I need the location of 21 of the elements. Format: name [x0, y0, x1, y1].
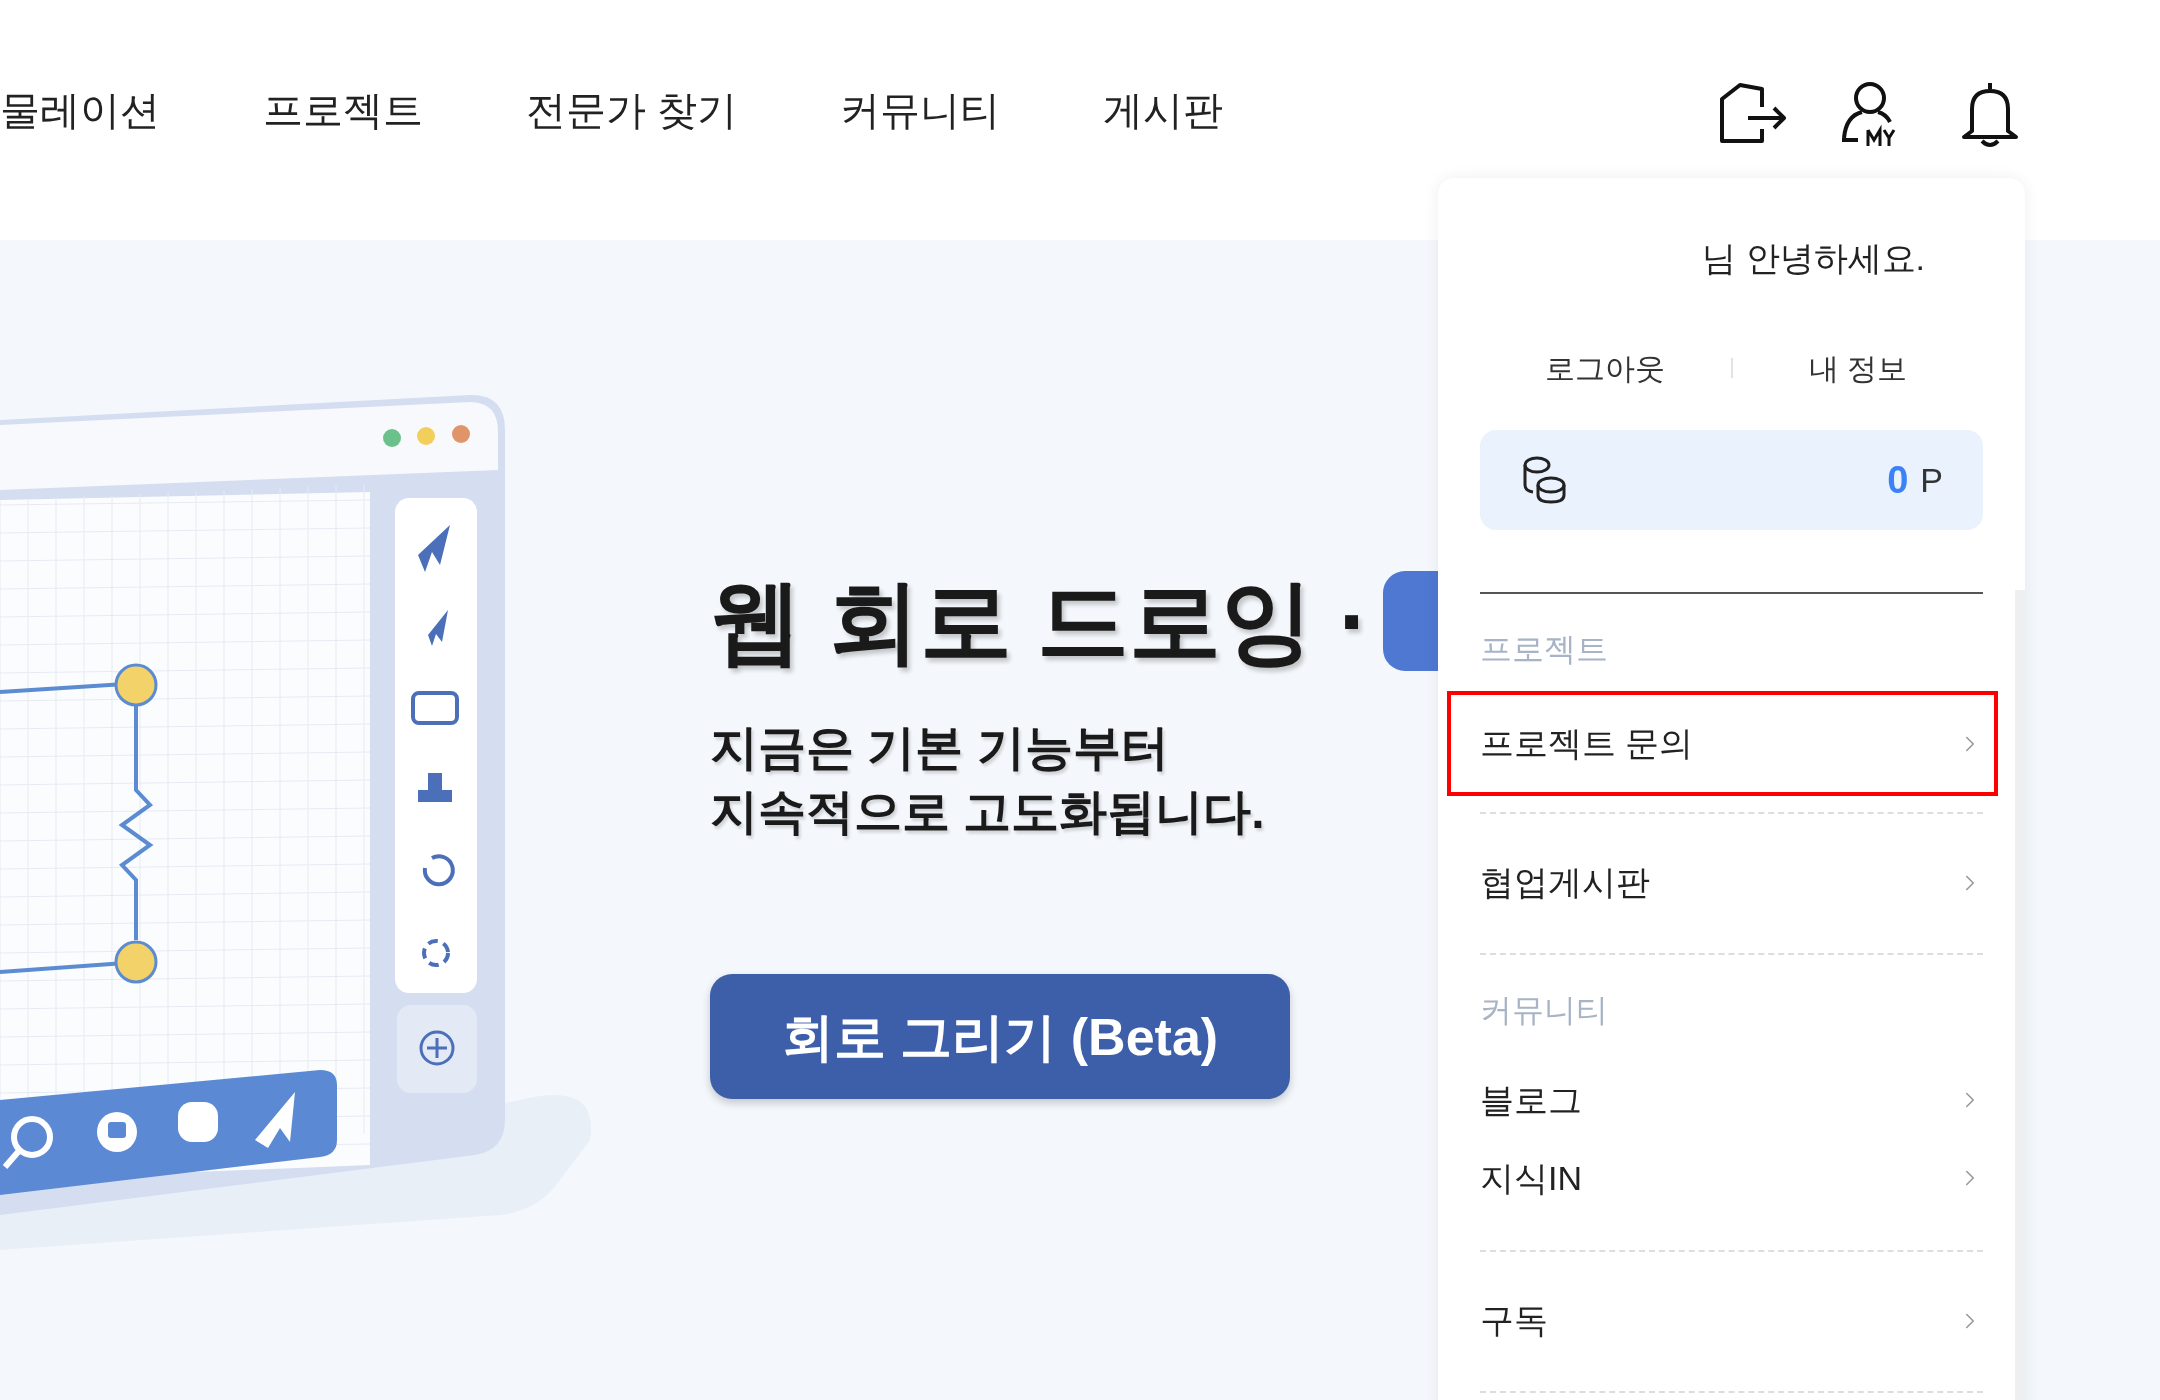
nav-link[interactable]: 전문가 찾기 [526, 84, 738, 136]
greeting-text: 님 안녕하세요. [1701, 238, 1926, 279]
hero-subtitle: 지금은 기본 기능부터 [710, 720, 1170, 776]
menu-item[interactable]: 협업게시판 [1447, 830, 1998, 935]
points-unit: P [1920, 459, 1943, 501]
account-link[interactable]: 로그아웃 [1480, 345, 1731, 391]
nav-link[interactable]: 프로젝트 [263, 84, 423, 136]
hero-subtitle: 지속적으로 고도화됩니다. [710, 784, 1266, 840]
menu-item[interactable]: 프로젝트 문의 [1447, 691, 1998, 796]
account-link[interactable]: 내 정보 [1732, 345, 1983, 391]
nav-link[interactable]: 게시판 [1103, 84, 1224, 136]
menu-item[interactable]: 블로그 [1447, 1061, 1998, 1139]
nav-link[interactable]: 물레이션 [0, 84, 160, 136]
hero-title: 웹 회로 드로잉 · [710, 569, 1370, 674]
menu-item[interactable]: 지식IN [1447, 1139, 1998, 1217]
nav-link[interactable]: 커뮤니티 [840, 84, 1001, 136]
menu-item[interactable]: 구독 [1447, 1268, 1998, 1373]
points-value: 0 [1887, 457, 1909, 503]
section-label: 프로젝트 [1480, 630, 1609, 669]
section-label: 커뮤니티 [1480, 991, 1609, 1030]
draw-circuit-button[interactable]: 회로 그리기 (Beta) [710, 974, 1290, 1099]
